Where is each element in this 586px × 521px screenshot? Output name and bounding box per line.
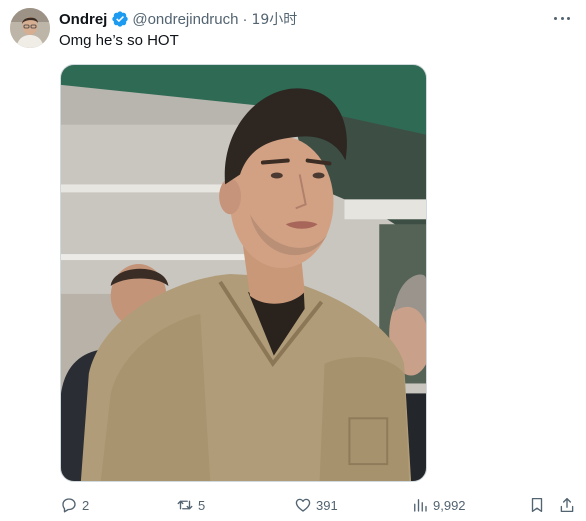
tweet[interactable]: Ondrej @ondrejindruch · 19小时 Omg he’s so…	[0, 0, 586, 521]
reply-icon	[62, 498, 76, 513]
photo-image	[61, 65, 426, 481]
action-bar: 2 5 391 9,992	[0, 494, 586, 516]
reply-button[interactable]: 2	[60, 494, 89, 516]
heart-icon	[295, 498, 311, 512]
verified-badge-icon	[111, 10, 129, 28]
tweet-media-photo[interactable]	[60, 64, 427, 482]
view-count: 9,992	[433, 497, 466, 513]
share-button[interactable]	[558, 494, 576, 516]
retweet-count: 5	[198, 497, 206, 513]
tweet-timestamp[interactable]: 19小时	[251, 9, 297, 29]
bookmark-icon	[531, 497, 543, 513]
reply-count: 2	[82, 497, 90, 513]
bookmark-button[interactable]	[528, 494, 546, 516]
author-handle[interactable]: @ondrejindruch	[132, 11, 238, 28]
like-count: 391	[316, 497, 338, 513]
views-chart-icon	[414, 499, 427, 512]
avatar[interactable]	[10, 8, 50, 48]
like-button[interactable]: 391	[294, 494, 338, 516]
tweet-header: Ondrej @ondrejindruch · 19小时	[59, 9, 297, 29]
avatar-image	[10, 8, 50, 48]
views-button[interactable]: 9,992	[411, 494, 466, 516]
separator-dot: ·	[242, 10, 248, 28]
more-options-icon[interactable]	[552, 10, 572, 26]
author-display-name[interactable]: Ondrej	[59, 11, 107, 28]
share-icon	[560, 497, 574, 513]
retweet-button[interactable]: 5	[176, 494, 205, 516]
tweet-text: Omg he’s so HOT	[59, 32, 179, 49]
retweet-icon	[177, 500, 193, 510]
